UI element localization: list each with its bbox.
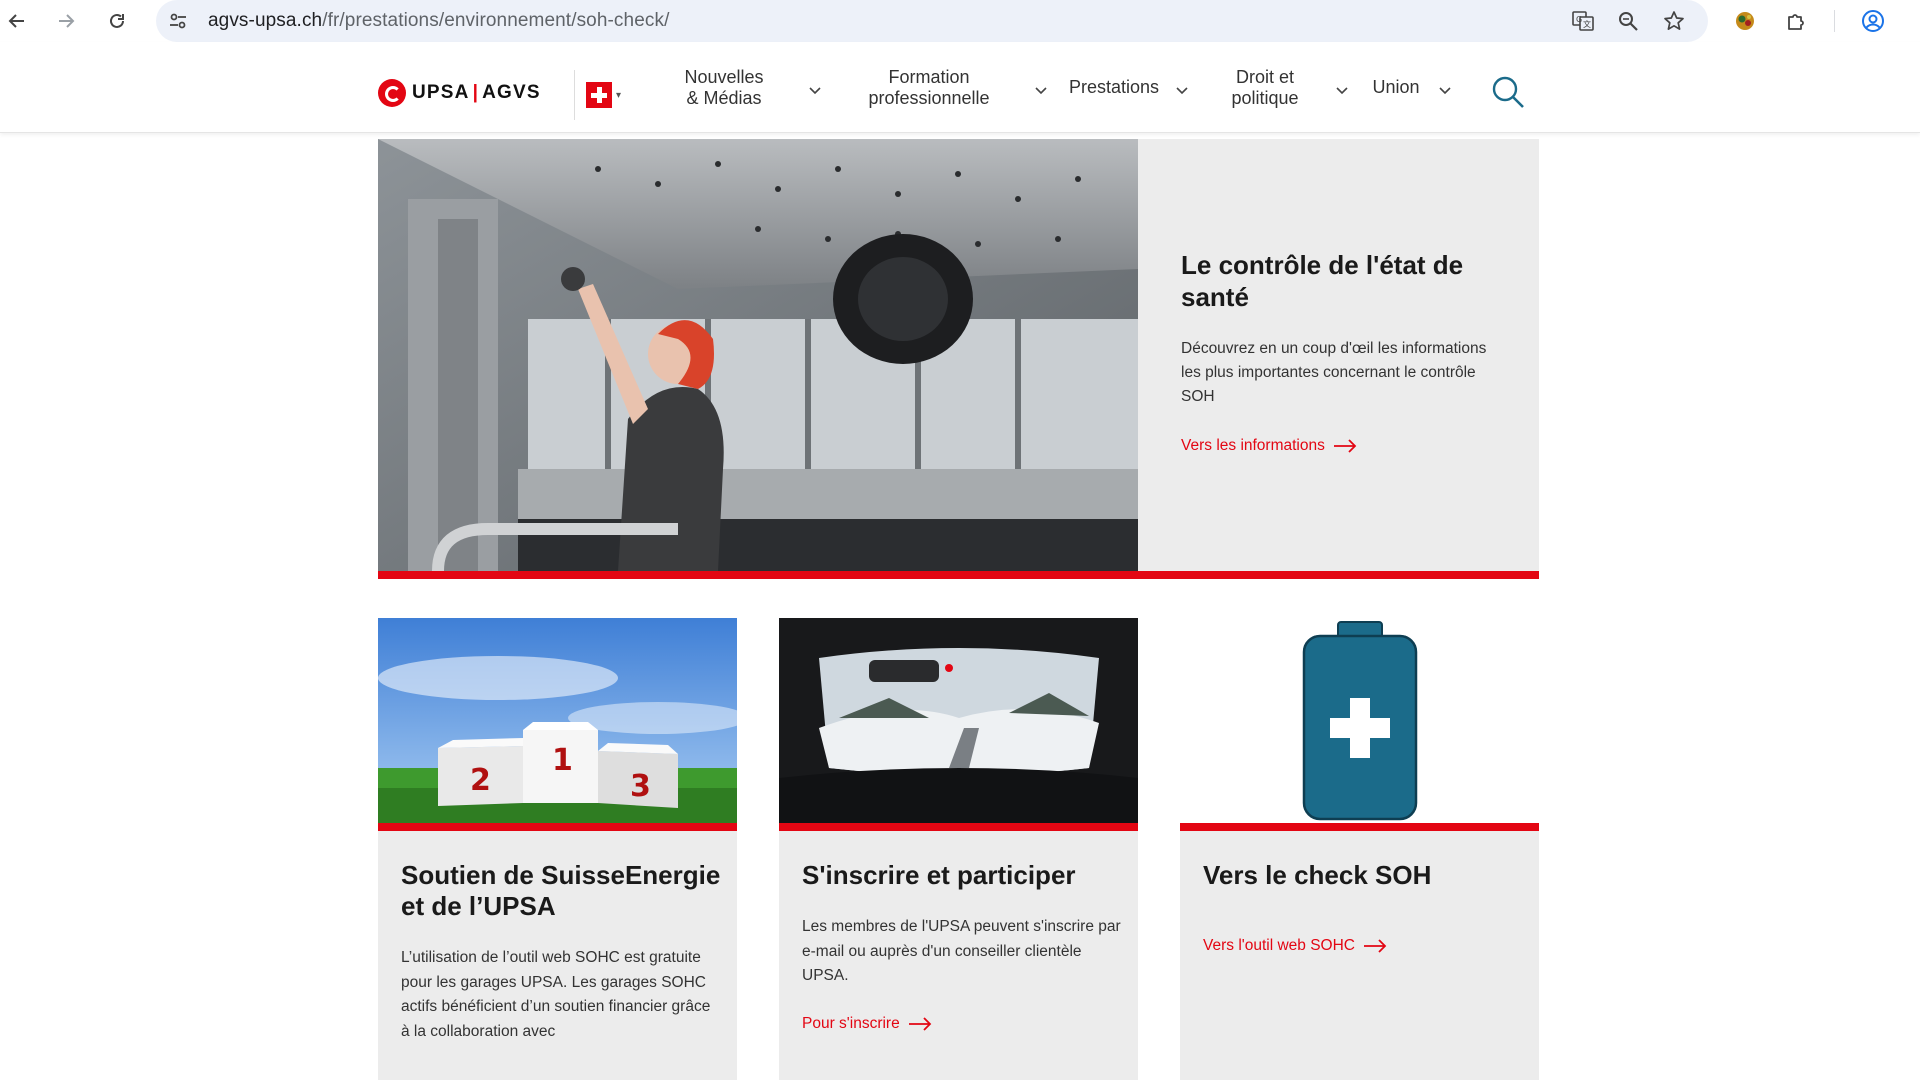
toolbar-divider (1834, 10, 1835, 32)
podium-label: 1 (552, 743, 573, 778)
card-inscription: S'inscrire et participer Les membres de … (779, 618, 1138, 1080)
nav-label-line: & Médias (686, 87, 762, 108)
card-image-battery (1180, 618, 1539, 823)
arrow-right-icon (1333, 439, 1357, 453)
profile-icon[interactable] (1858, 6, 1888, 36)
hero-text-block: Le contrôle de l'état de santé Découvrez… (1181, 249, 1501, 455)
url-path: /fr/prestations/environnement/soh-check/ (322, 10, 670, 31)
card-description: L’utilisation de l’outil web SOHC est gr… (401, 949, 711, 1040)
nav-label-line: professionnelle (868, 87, 990, 108)
arrow-right-icon (908, 1016, 931, 1031)
nav-item-droit-politique[interactable]: Droit et politique (1226, 42, 1356, 133)
nav-label-line: politique (1231, 87, 1299, 108)
card-image-podium: 2 1 3 (378, 618, 737, 823)
address-bar[interactable]: agvs-upsa.ch/fr/prestations/environnemen… (156, 0, 1708, 42)
back-icon[interactable] (2, 6, 32, 36)
nav-item-nouvelles-medias[interactable]: Nouvelles & Médias (671, 42, 821, 133)
card-title: Soutien de SuisseEnergie et de l’UPSA (401, 860, 721, 921)
card-image-windshield (779, 618, 1138, 823)
nav-label: Nouvelles & Médias (671, 67, 777, 109)
card-body: S'inscrire et participer Les membres de … (802, 860, 1122, 1033)
hero-title: Le contrôle de l'état de santé (1181, 250, 1464, 312)
reload-icon[interactable] (102, 6, 132, 36)
chevron-down-icon (1336, 87, 1348, 95)
extension-color-icon[interactable] (1730, 6, 1760, 36)
card-link-inscrire[interactable]: Pour s'inscrire (802, 1015, 932, 1033)
nav-label: Droit et politique (1226, 67, 1304, 109)
translate-icon[interactable]: G文 (1570, 8, 1596, 34)
hero-accent-bar (378, 571, 1539, 579)
nav-label-line: Droit et (1235, 66, 1295, 87)
card-accent-bar (779, 823, 1138, 831)
chevron-down-icon (809, 87, 821, 95)
site-settings-icon[interactable] (166, 9, 190, 33)
svg-text:G: G (1576, 15, 1582, 24)
battery-health-icon (1302, 621, 1418, 821)
nav-item-prestations[interactable]: Prestations (1068, 42, 1198, 133)
svg-text:文: 文 (1583, 19, 1591, 29)
bookmark-star-icon[interactable] (1661, 8, 1687, 34)
card-title: Vers le check SOH (1203, 860, 1432, 890)
hero-description: Découvrez en un coup d'œil les informati… (1181, 340, 1487, 405)
nav-item-formation[interactable]: Formation professionnelle (861, 42, 1051, 133)
nav-label: Union (1371, 77, 1421, 98)
extensions-puzzle-icon[interactable] (1781, 6, 1811, 36)
podium-label: 3 (630, 769, 651, 804)
hero-link[interactable]: Vers les informations (1181, 437, 1357, 455)
card-body: Soutien de SuisseEnergie et de l’UPSA L’… (401, 860, 721, 1044)
card-check-soh: Vers le check SOH Vers l'outil web SOHC (1180, 618, 1539, 1080)
nav-label-line: Nouvelles (684, 66, 764, 87)
card-soutien: 2 1 3 Soutien de SuisseEnergie et de l’U… (378, 618, 737, 1080)
nav-item-union[interactable]: Union (1371, 42, 1471, 133)
card-accent-bar (1180, 823, 1539, 831)
nav-label-line: Union (1372, 77, 1420, 97)
nav-label-line: Formation (888, 66, 970, 87)
card-link-label: Pour s'inscrire (802, 1014, 900, 1032)
chevron-down-icon (1176, 87, 1188, 95)
hero-image-mechanic (378, 139, 1138, 571)
browser-toolbar: agvs-upsa.ch/fr/prestations/environnemen… (0, 0, 1920, 42)
arrow-right-icon (1364, 939, 1387, 953)
hero-section: Le contrôle de l'état de santé Découvrez… (378, 139, 1539, 579)
podium-label: 2 (470, 763, 491, 798)
nav-label-line: Prestations (1068, 77, 1160, 97)
card-accent-bar (378, 823, 737, 831)
nav-label: Formation professionnelle (861, 67, 997, 109)
zoom-icon[interactable] (1615, 8, 1641, 34)
chevron-down-icon (1439, 87, 1451, 95)
card-link-outil-sohc[interactable]: Vers l'outil web SOHC (1203, 937, 1387, 955)
forward-icon[interactable] (51, 6, 81, 36)
card-description: Les membres de l'UPSA peuvent s'inscrire… (802, 918, 1121, 984)
url-text[interactable]: agvs-upsa.ch/fr/prestations/environnemen… (208, 10, 669, 32)
search-icon[interactable] (1490, 74, 1526, 110)
hero-link-label: Vers les informations (1181, 437, 1325, 454)
nav-label: Prestations (1068, 77, 1160, 98)
url-host: agvs-upsa.ch (208, 10, 323, 31)
card-link-label: Vers l'outil web SOHC (1203, 937, 1355, 954)
card-body: Vers le check SOH Vers l'outil web SOHC (1203, 860, 1523, 955)
card-title: S'inscrire et participer (802, 860, 1076, 890)
chevron-down-icon (1035, 87, 1047, 95)
main-nav: Nouvelles & Médias Formation professionn… (0, 42, 1920, 133)
